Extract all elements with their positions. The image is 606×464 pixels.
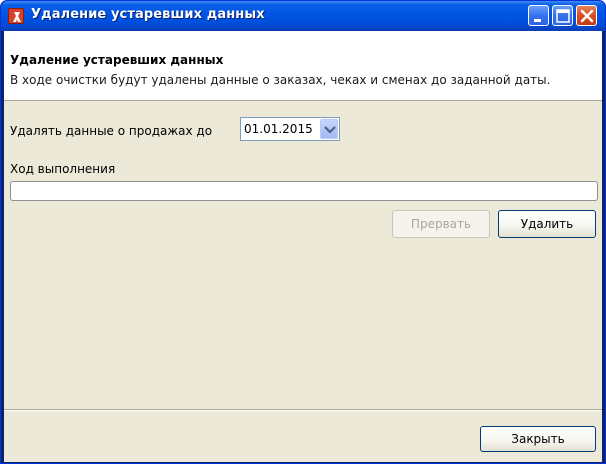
header-panel: Удаление устаревших данных В ходе очистк… <box>4 31 602 101</box>
date-picker[interactable]: 01.01.2015 <box>240 117 340 141</box>
window-title: Удаление устаревших данных <box>31 7 265 22</box>
header-title: Удаление устаревших данных <box>10 53 224 67</box>
maximize-button[interactable] <box>552 5 573 26</box>
dialog-window: Удаление устаревших данных Удаление уста… <box>0 0 606 464</box>
app-icon[interactable] <box>8 8 24 24</box>
close-icon <box>580 9 594 23</box>
footer-divider <box>4 409 602 411</box>
maximize-icon <box>556 9 570 23</box>
close-window-button[interactable] <box>576 5 597 26</box>
progress-label: Ход выполнения <box>10 162 116 176</box>
close-button[interactable]: Закрыть <box>480 426 596 452</box>
date-label: Удалять данные о продажах до <box>10 124 213 138</box>
date-dropdown-button[interactable] <box>320 119 338 139</box>
progress-bar <box>10 181 598 201</box>
header-description: В ходе очистки будут удалены данные о за… <box>10 73 551 87</box>
cancel-button[interactable]: Прервать <box>392 210 490 238</box>
dialog-client-area: Удаление устаревших данных В ходе очистк… <box>4 31 602 462</box>
minimize-button[interactable] <box>528 5 549 26</box>
date-value[interactable]: 01.01.2015 <box>244 122 313 136</box>
delete-button[interactable]: Удалить <box>498 210 596 238</box>
minimize-icon <box>534 19 541 22</box>
chevron-down-icon <box>324 126 336 134</box>
title-bar[interactable]: Удаление устаревших данных <box>1 1 605 31</box>
